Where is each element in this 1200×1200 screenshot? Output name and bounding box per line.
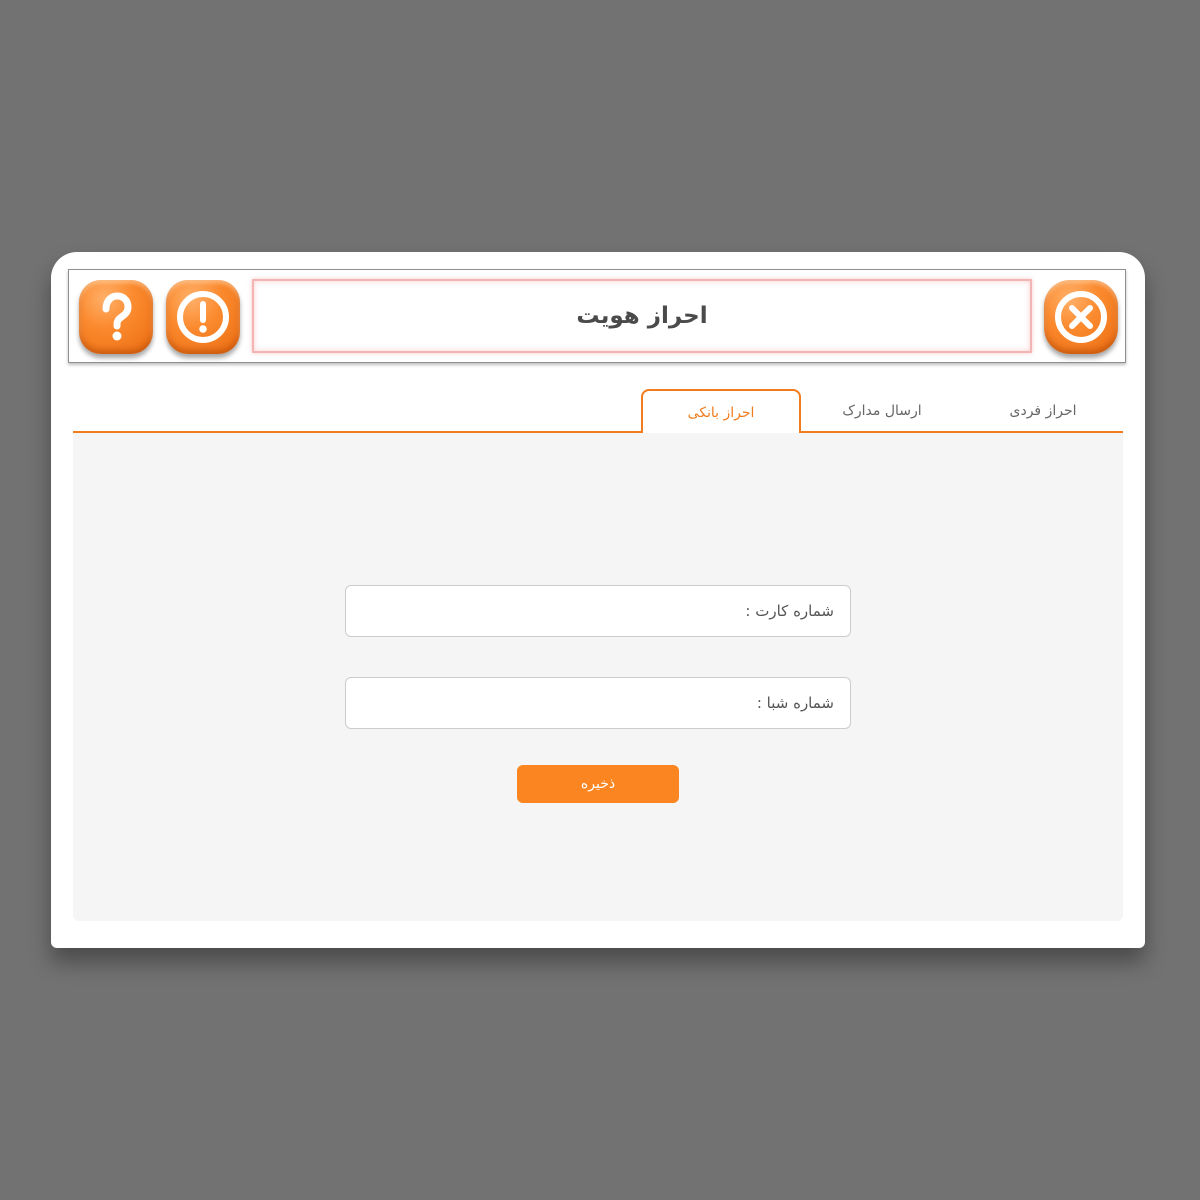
save-button[interactable]: ذخیره (517, 765, 679, 803)
close-icon (1055, 291, 1107, 343)
sheba-number-field[interactable]: شماره شبا : (345, 677, 851, 729)
help-button[interactable] (79, 280, 153, 354)
tab-bar: احراز فردی ارسال مدارک احراز بانکی (73, 389, 1123, 433)
dialog-header: احراز هویت (68, 269, 1126, 363)
tab-send-documents[interactable]: ارسال مدارک (802, 389, 962, 433)
question-icon (102, 292, 132, 341)
exclamation-icon (177, 291, 229, 343)
dialog-title: احراز هویت (576, 303, 708, 329)
sheba-number-label: شماره شبا : (756, 694, 834, 712)
card-number-field[interactable]: شماره کارت : (345, 585, 851, 637)
close-button[interactable] (1044, 280, 1118, 354)
sheba-number-input[interactable] (362, 693, 749, 713)
title-bar: احراز هویت (252, 279, 1032, 353)
card-number-input[interactable] (362, 601, 738, 621)
tab-individual-verification[interactable]: احراز فردی (963, 389, 1123, 433)
identity-dialog: احراز هویت احراز فردی ارسال مدارک احراز … (51, 252, 1145, 948)
tab-bank-verification[interactable]: احراز بانکی (641, 389, 801, 433)
info-button[interactable] (166, 280, 240, 354)
card-number-label: شماره کارت : (745, 602, 834, 620)
tab-content-panel: شماره کارت : شماره شبا : ذخیره (73, 433, 1123, 921)
